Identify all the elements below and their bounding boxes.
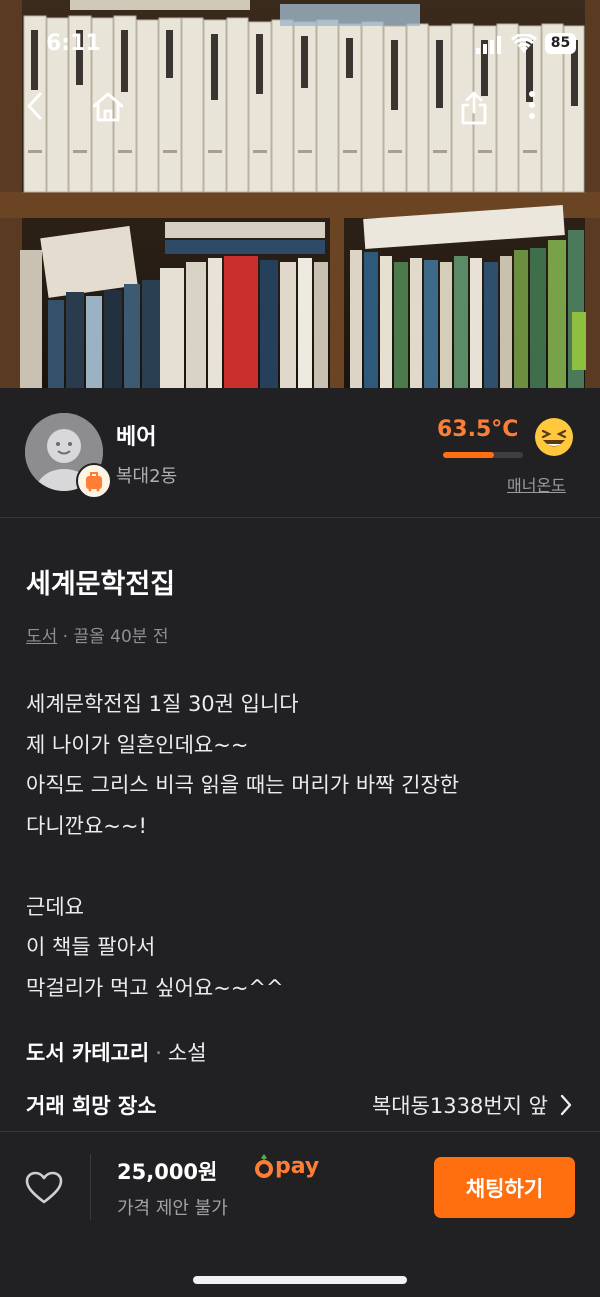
back-button[interactable] — [24, 90, 68, 142]
trade-place-value: 복대동1338번지 앞 — [371, 1094, 548, 1118]
heart-icon — [25, 1171, 63, 1204]
seller-location: 복대2동 — [116, 466, 178, 487]
temperature-bar — [443, 452, 523, 458]
separator-dot: · — [155, 1041, 162, 1065]
trade-place-label: 거래 희망 장소 — [26, 1094, 157, 1118]
share-button[interactable] — [458, 90, 502, 142]
book-category-label: 도서 카테고리 — [26, 1041, 150, 1065]
manner-temperature-link[interactable]: 매너온도 — [507, 472, 566, 496]
like-button[interactable] — [24, 1170, 64, 1210]
description-line: 세계문학전집 1질 30권 입니다 — [26, 692, 299, 716]
home-indicator — [193, 1276, 407, 1284]
pay-label: pay — [275, 1153, 320, 1179]
description-line: 제 나이가 일흔인데요~~ — [26, 732, 249, 757]
status-bar: 6:11 85 — [0, 0, 600, 90]
trade-place-link[interactable]: 복대동1338번지 앞 — [372, 1090, 574, 1120]
battery-indicator: 85 — [545, 33, 576, 54]
manner-temperature: 63.5°C — [437, 417, 519, 442]
category-link[interactable]: 도서 — [26, 627, 57, 647]
suitcase-badge — [76, 463, 112, 499]
description-line: 막걸리가 먹고 싶어요~~^^ — [26, 975, 284, 1000]
bump-time: · 끌올 40분 전 — [57, 627, 169, 647]
post-description: 세계문학전집 1질 30권 입니다 제 나이가 일흔인데요~~ 아직도 그리스 … — [26, 684, 576, 1008]
top-navigation — [0, 90, 600, 146]
chevron-right-icon — [560, 1094, 572, 1116]
description-line: 이 책들 팔아서 — [26, 935, 156, 959]
trade-place-row[interactable]: 거래 희망 장소 복대동1338번지 앞 — [26, 1090, 574, 1120]
wifi-icon — [511, 34, 537, 53]
laughing-face-icon — [535, 418, 573, 456]
home-button[interactable] — [90, 90, 134, 142]
bottom-action-bar: 25,000원 pay 가격 제안 불가 채팅하기 — [0, 1131, 600, 1297]
seller-name: 베어 — [116, 425, 157, 450]
description-line: 근데요 — [26, 894, 84, 919]
chat-button[interactable]: 채팅하기 — [434, 1157, 575, 1218]
carrot-pay-icon — [255, 1154, 273, 1178]
description-line — [26, 846, 576, 887]
book-category-value: 소설 — [167, 1041, 207, 1065]
chevron-left-icon — [27, 92, 42, 120]
product-photo[interactable]: 6:11 85 — [0, 0, 600, 388]
status-time: 6:11 — [46, 31, 101, 56]
more-button[interactable] — [528, 90, 572, 142]
signal-icon — [476, 36, 501, 54]
price: 25,000원 — [117, 1160, 218, 1184]
book-category-row: 도서 카테고리 · 소설 — [26, 1037, 574, 1067]
negotiation-status: 가격 제안 불가 — [117, 1198, 228, 1219]
description-line: 다니깐요~~! — [26, 813, 147, 838]
post-meta: 도서 · 끌올 40분 전 — [26, 622, 169, 647]
more-vertical-icon — [529, 91, 535, 119]
home-icon — [92, 92, 124, 122]
suitcase-icon — [86, 472, 102, 492]
karrot-pay-badge: pay — [255, 1152, 319, 1180]
post-title: 세계문학전집 — [26, 569, 176, 600]
seller-profile[interactable]: 베어 복대2동 63.5°C 매너온도 — [0, 388, 600, 518]
description-line: 아직도 그리스 비극 읽을 때는 머리가 바짝 긴장한 — [26, 773, 460, 797]
share-icon — [461, 91, 487, 125]
divider — [90, 1154, 91, 1220]
temperature-bar-fill — [443, 452, 494, 458]
